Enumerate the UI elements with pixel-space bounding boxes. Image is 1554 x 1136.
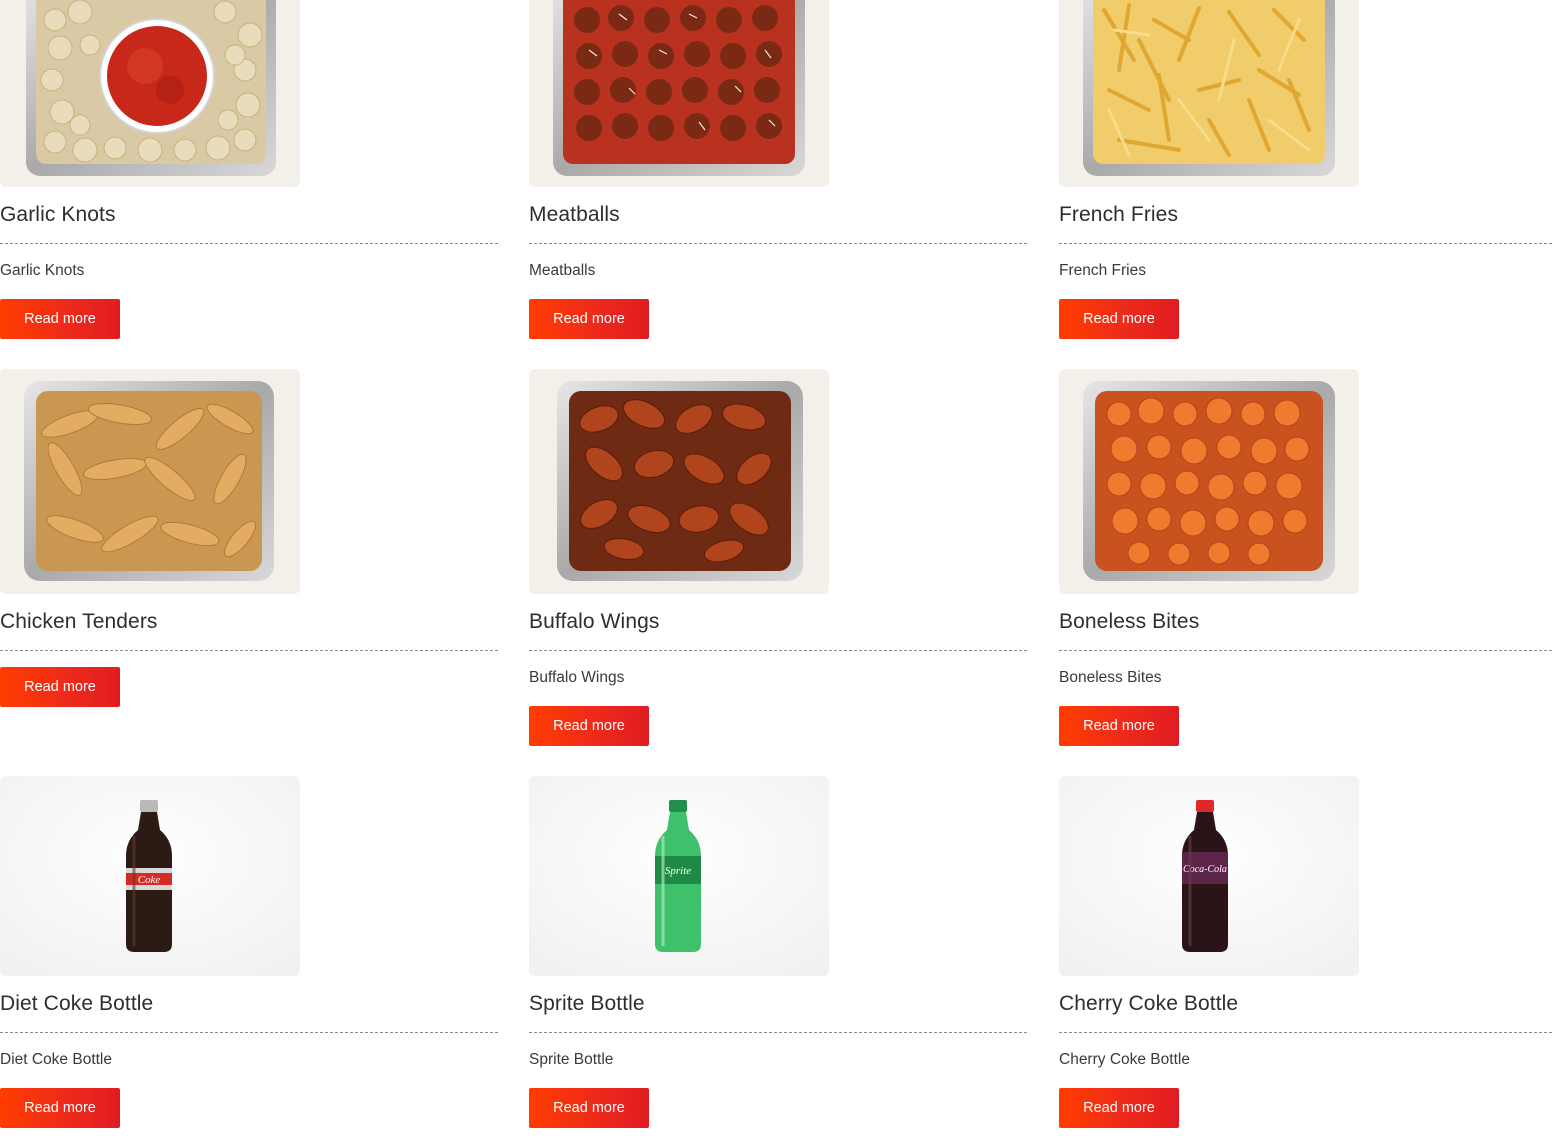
- read-more-button[interactable]: Read more: [1059, 706, 1179, 746]
- product-card-sprite: Sprite Sprite Bottle Sprite Bottle Read …: [529, 776, 1027, 1128]
- divider: [529, 243, 1027, 244]
- divider: [529, 650, 1027, 651]
- product-description: Diet Coke Bottle: [0, 1051, 112, 1068]
- meatballs-tray-image[interactable]: [529, 0, 829, 187]
- product-card-meatballs: Meatballs Meatballs Read more: [529, 0, 1027, 345]
- buffalo-wings-tray-image[interactable]: [529, 369, 829, 594]
- product-card-french-fries: French Fries French Fries Read more: [1059, 0, 1554, 345]
- product-description: French Fries: [1059, 262, 1146, 279]
- read-more-button[interactable]: Read more: [529, 706, 649, 746]
- product-card-diet-coke: Coke Diet Coke Bottle Diet Coke Bottle R…: [0, 776, 498, 1128]
- chicken-tenders-tray-image[interactable]: [0, 369, 300, 594]
- divider: [529, 1032, 1027, 1033]
- product-title[interactable]: Cherry Coke Bottle: [1059, 992, 1238, 1016]
- product-title[interactable]: Boneless Bites: [1059, 610, 1199, 634]
- read-more-button[interactable]: Read more: [529, 299, 649, 339]
- product-title[interactable]: Meatballs: [529, 203, 620, 227]
- product-card-chicken-tenders: Chicken Tenders Read more: [0, 369, 498, 714]
- product-title[interactable]: Garlic Knots: [0, 203, 116, 227]
- product-description: Cherry Coke Bottle: [1059, 1051, 1190, 1068]
- product-title[interactable]: Diet Coke Bottle: [0, 992, 153, 1016]
- read-more-button[interactable]: Read more: [1059, 1088, 1179, 1128]
- product-description: Buffalo Wings: [529, 669, 625, 686]
- cherry-coke-bottle-image[interactable]: Coca-Cola: [1059, 776, 1359, 976]
- read-more-button[interactable]: Read more: [0, 1088, 120, 1128]
- product-card-boneless-bites: Boneless Bites Boneless Bites Read more: [1059, 369, 1554, 749]
- boneless-bites-tray-image[interactable]: [1059, 369, 1359, 594]
- diet-coke-bottle-image[interactable]: Coke: [0, 776, 300, 976]
- product-description: Garlic Knots: [0, 262, 85, 279]
- product-title[interactable]: Buffalo Wings: [529, 610, 659, 634]
- read-more-button[interactable]: Read more: [0, 299, 120, 339]
- product-card-cherry-coke: Coca-Cola Cherry Coke Bottle Cherry Coke…: [1059, 776, 1554, 1128]
- divider: [1059, 650, 1554, 651]
- read-more-button[interactable]: Read more: [529, 1088, 649, 1128]
- svg-text:Sprite: Sprite: [665, 865, 691, 877]
- garlic-knots-tray-image[interactable]: [0, 0, 300, 187]
- read-more-button[interactable]: Read more: [1059, 299, 1179, 339]
- svg-text:Coke: Coke: [138, 874, 161, 886]
- divider: [0, 1032, 498, 1033]
- divider: [0, 650, 498, 651]
- product-card-garlic-knots: Garlic Knots Garlic Knots Read more: [0, 0, 498, 345]
- divider: [0, 243, 498, 244]
- divider: [1059, 1032, 1554, 1033]
- product-description: Boneless Bites: [1059, 669, 1162, 686]
- product-title[interactable]: French Fries: [1059, 203, 1178, 227]
- product-description: Sprite Bottle: [529, 1051, 614, 1068]
- product-description: Meatballs: [529, 262, 596, 279]
- sprite-bottle-image[interactable]: Sprite: [529, 776, 829, 976]
- product-card-buffalo-wings: Buffalo Wings Buffalo Wings Read more: [529, 369, 1027, 749]
- product-title[interactable]: Chicken Tenders: [0, 610, 158, 634]
- read-more-button[interactable]: Read more: [0, 667, 120, 707]
- divider: [1059, 243, 1554, 244]
- french-fries-tray-image[interactable]: [1059, 0, 1359, 187]
- product-title[interactable]: Sprite Bottle: [529, 992, 645, 1016]
